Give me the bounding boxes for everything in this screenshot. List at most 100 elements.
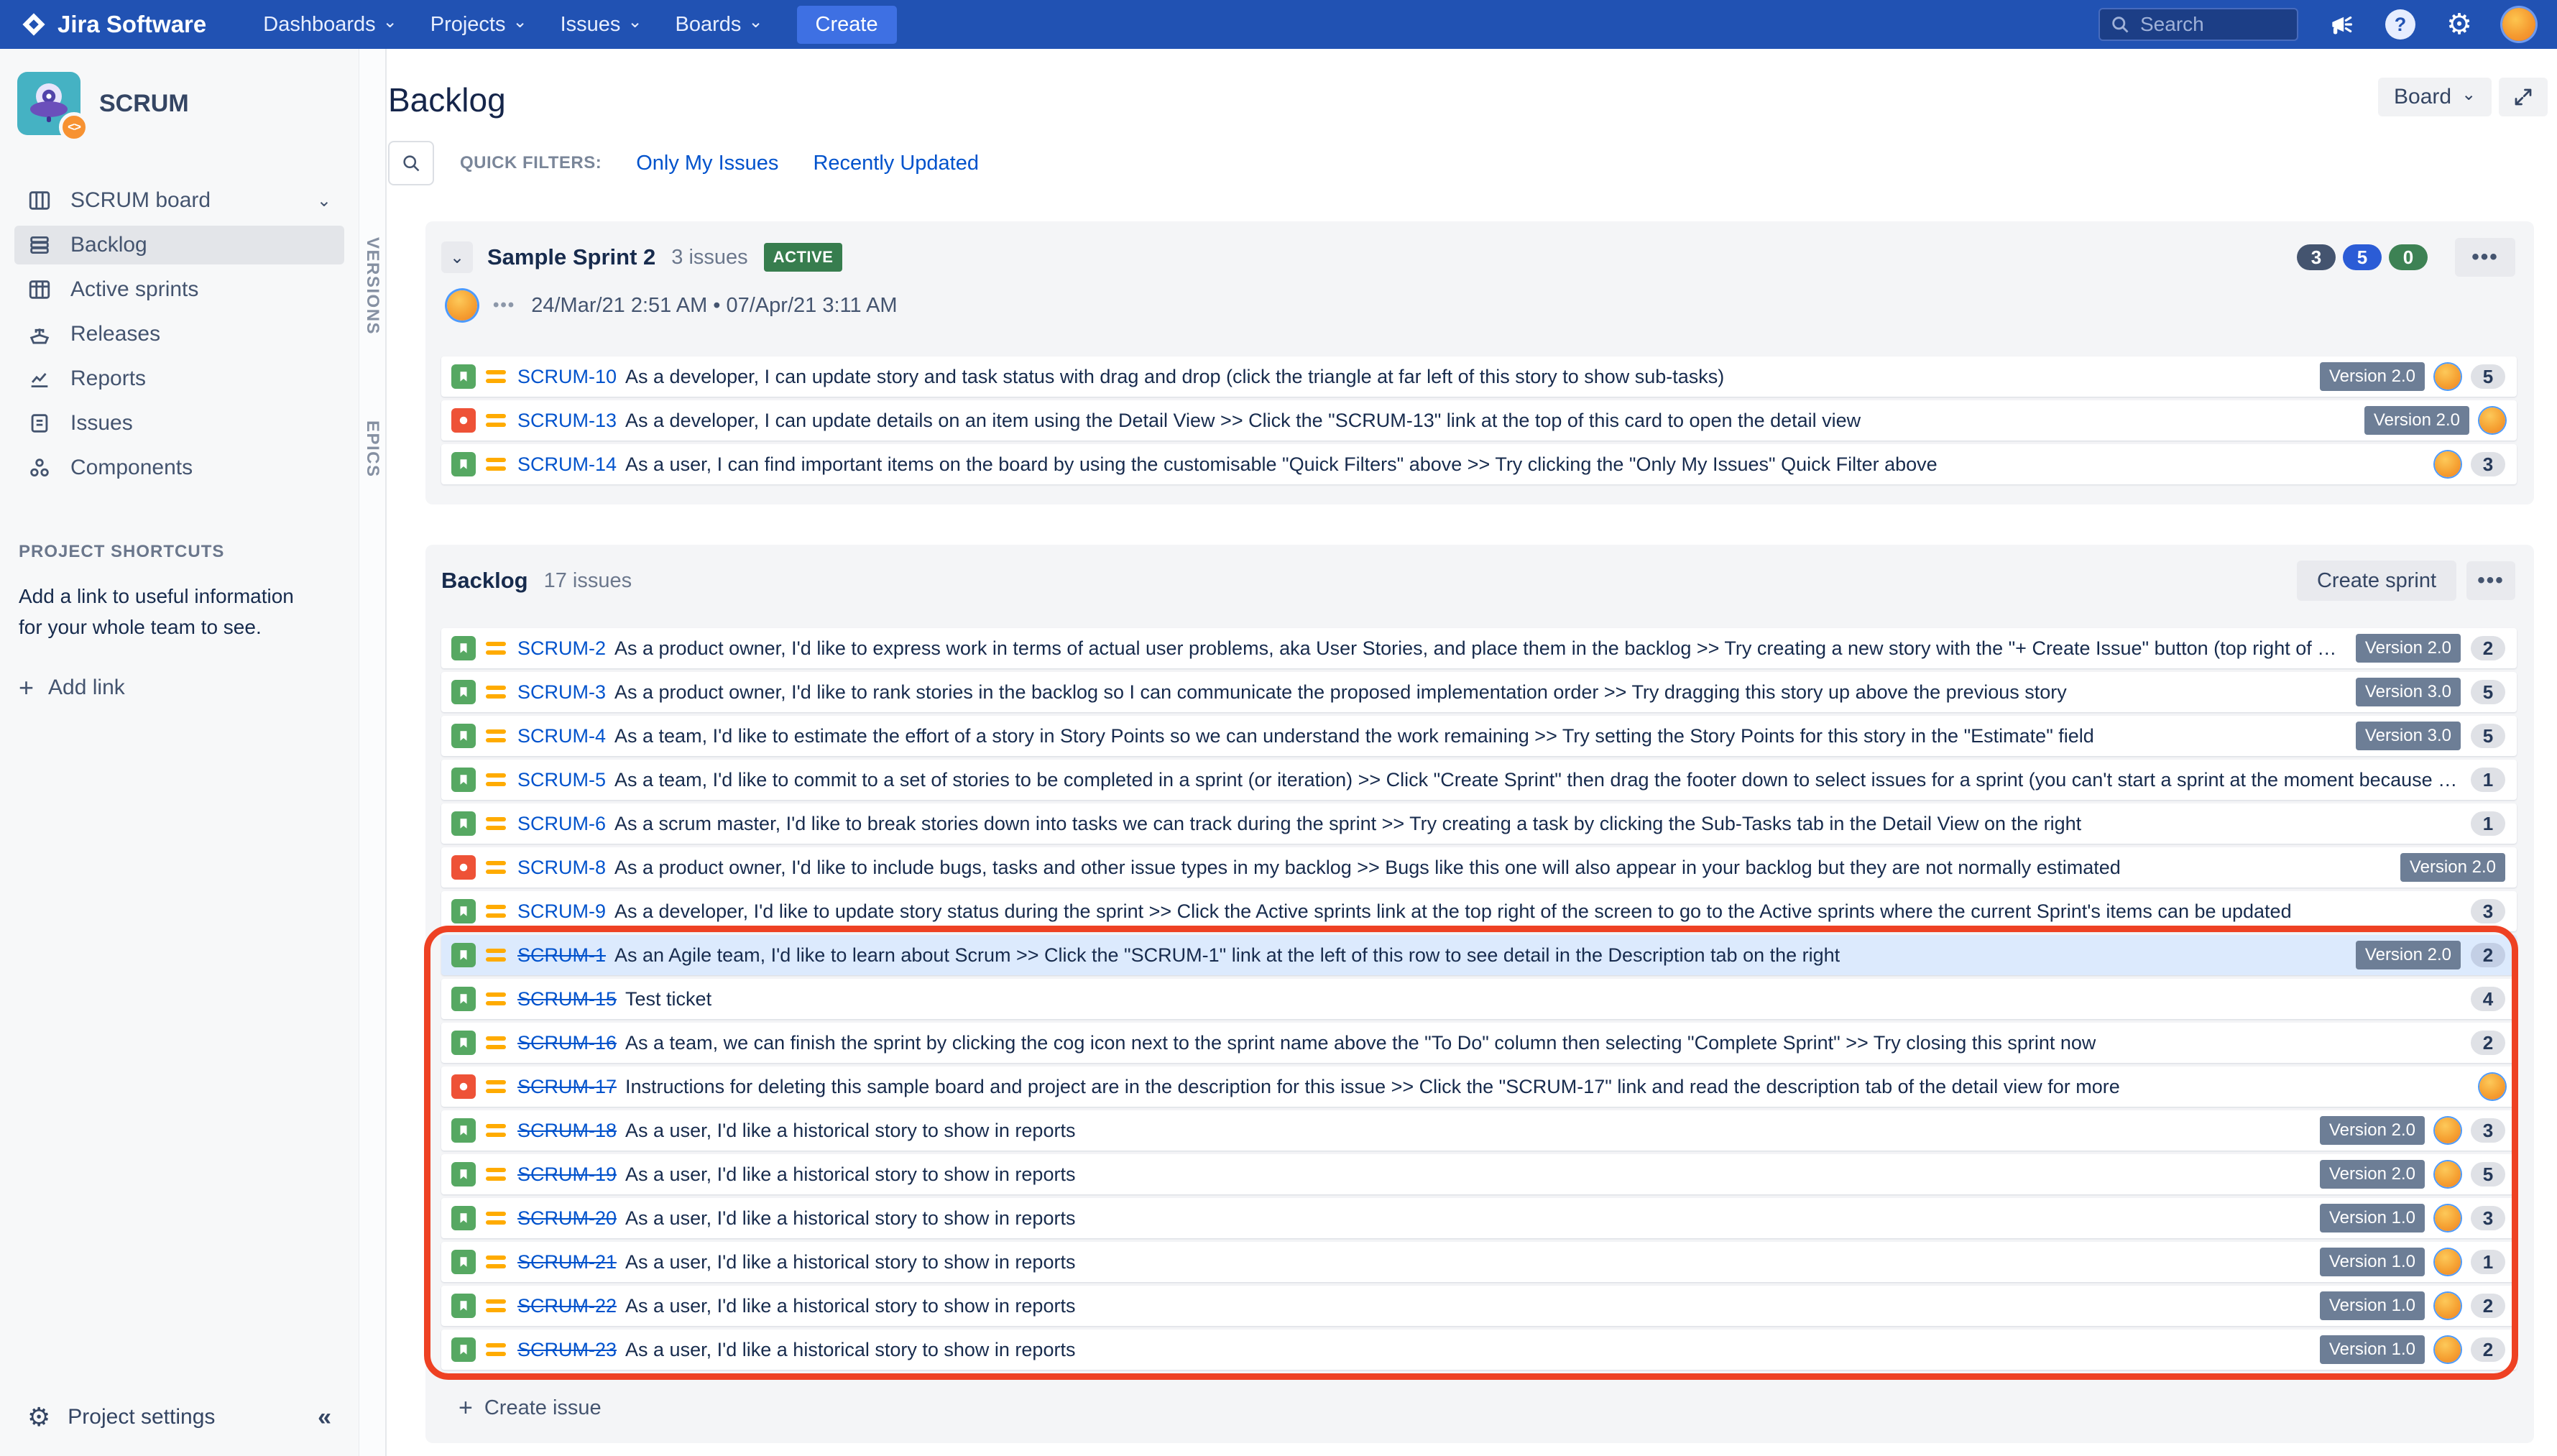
issue-row[interactable]: SCRUM-15 Test ticket 4 (441, 979, 2517, 1019)
backlog-more-actions-button[interactable]: ••• (2466, 561, 2515, 600)
estimate-badge[interactable]: 5 (2471, 1162, 2505, 1187)
issue-key-link[interactable]: SCRUM-3 (517, 681, 606, 704)
issue-key-link[interactable]: SCRUM-23 (517, 1339, 617, 1361)
issue-row[interactable]: SCRUM-22 As a user, I'd like a historica… (441, 1286, 2517, 1326)
issue-row[interactable]: SCRUM-20 As a user, I'd like a historica… (441, 1198, 2517, 1238)
version-badge[interactable]: Version 2.0 (2355, 941, 2461, 969)
nav-issues[interactable]: Issues ⌄ (561, 13, 642, 37)
issue-row[interactable]: SCRUM-1 As an Agile team, I'd like to le… (441, 935, 2517, 975)
collapse-sidebar-icon[interactable]: « (318, 1404, 331, 1432)
issue-row[interactable]: SCRUM-23 As a user, I'd like a historica… (441, 1330, 2517, 1370)
issue-key-link[interactable]: SCRUM-9 (517, 900, 606, 923)
issue-key-link[interactable]: SCRUM-13 (517, 410, 617, 432)
estimate-badge[interactable]: 3 (2471, 452, 2505, 476)
estimate-badge[interactable]: 4 (2471, 987, 2505, 1011)
assignee-avatar[interactable] (2435, 1293, 2461, 1319)
sidebar-item-components[interactable]: Components (14, 448, 344, 487)
estimate-badge[interactable]: 3 (2471, 1206, 2505, 1230)
jira-logo[interactable]: Jira Software (22, 11, 206, 38)
issue-key-link[interactable]: SCRUM-8 (517, 857, 606, 879)
nav-dashboards[interactable]: Dashboards ⌄ (263, 13, 397, 37)
user-avatar[interactable] (2502, 8, 2535, 41)
version-badge[interactable]: Version 3.0 (2355, 722, 2461, 750)
issue-row[interactable]: SCRUM-19 As a user, I'd like a historica… (441, 1154, 2517, 1194)
create-button[interactable]: Create (796, 5, 897, 44)
assignee-avatar[interactable] (2435, 1161, 2461, 1187)
issue-key-link[interactable]: SCRUM-19 (517, 1164, 617, 1186)
issue-row[interactable]: SCRUM-10 As a developer, I can update st… (441, 356, 2517, 397)
issue-key-link[interactable]: SCRUM-16 (517, 1032, 617, 1054)
assignee-avatar[interactable] (2479, 407, 2505, 433)
issue-row[interactable]: SCRUM-2 As a product owner, I'd like to … (441, 628, 2517, 668)
assignee-avatar[interactable] (2435, 1118, 2461, 1143)
create-issue-button[interactable]: + Create issue (459, 1396, 602, 1420)
epics-panel-toggle[interactable]: EPICS (362, 420, 382, 478)
estimate-badge[interactable]: 3 (2471, 1118, 2505, 1143)
estimate-badge[interactable]: 2 (2471, 636, 2505, 660)
sidebar-item-reports[interactable]: Reports (14, 359, 344, 398)
issue-key-link[interactable]: SCRUM-20 (517, 1207, 617, 1230)
estimate-badge[interactable]: 2 (2471, 1337, 2505, 1362)
issue-row[interactable]: SCRUM-3 As a product owner, I'd like to … (441, 672, 2517, 712)
version-badge[interactable]: Version 2.0 (2319, 1116, 2425, 1145)
sprint-assignee-avatar[interactable] (447, 290, 477, 321)
create-sprint-button[interactable]: Create sprint (2296, 561, 2456, 601)
issue-row[interactable]: SCRUM-17 Instructions for deleting this … (441, 1066, 2517, 1107)
issue-row[interactable]: SCRUM-5 As a team, I'd like to commit to… (441, 760, 2517, 800)
estimate-badge[interactable]: 1 (2471, 768, 2505, 792)
version-badge[interactable]: Version 2.0 (2319, 1160, 2425, 1189)
version-badge[interactable]: Version 1.0 (2319, 1204, 2425, 1232)
more-assignees-icon[interactable]: ••• (493, 295, 515, 315)
issue-row[interactable]: SCRUM-21 As a user, I'd like a historica… (441, 1242, 2517, 1282)
issue-row[interactable]: SCRUM-4 As a team, I'd like to estimate … (441, 716, 2517, 756)
issue-key-link[interactable]: SCRUM-2 (517, 637, 606, 660)
assignee-avatar[interactable] (2435, 451, 2461, 477)
estimate-badge[interactable]: 1 (2471, 811, 2505, 836)
search-input[interactable] (2140, 13, 2284, 36)
issue-key-link[interactable]: SCRUM-22 (517, 1295, 617, 1317)
assignee-avatar[interactable] (2435, 1205, 2461, 1231)
issue-key-link[interactable]: SCRUM-10 (517, 366, 617, 388)
version-badge[interactable]: Version 2.0 (2364, 406, 2469, 435)
issue-key-link[interactable]: SCRUM-15 (517, 988, 617, 1010)
version-badge[interactable]: Version 3.0 (2355, 678, 2461, 706)
nav-projects[interactable]: Projects ⌄ (430, 13, 527, 37)
estimate-badge[interactable]: 2 (2471, 943, 2505, 967)
project-avatar[interactable]: <> (17, 72, 89, 142)
issue-key-link[interactable]: SCRUM-21 (517, 1251, 617, 1273)
version-badge[interactable]: Version 2.0 (2319, 362, 2425, 391)
issue-row[interactable]: SCRUM-6 As a scrum master, I'd like to b… (441, 803, 2517, 844)
issue-row[interactable]: SCRUM-16 As a team, we can finish the sp… (441, 1023, 2517, 1063)
version-badge[interactable]: Version 1.0 (2319, 1248, 2425, 1276)
board-menu-button[interactable]: Board ⌄ (2378, 78, 2492, 116)
assignee-avatar[interactable] (2435, 1249, 2461, 1275)
settings-gear-icon[interactable]: ⚙ (2443, 9, 2475, 40)
add-link-button[interactable]: + Add link (19, 674, 340, 701)
help-icon[interactable]: ? (2385, 9, 2416, 40)
versions-panel-toggle[interactable]: VERSIONS (362, 237, 382, 335)
estimate-badge[interactable]: 5 (2471, 680, 2505, 704)
version-badge[interactable]: Version 1.0 (2319, 1291, 2425, 1320)
estimate-badge[interactable]: 1 (2471, 1250, 2505, 1274)
sidebar-item-issues[interactable]: Issues (14, 404, 344, 443)
announcements-megaphone-icon[interactable] (2326, 9, 2357, 40)
sidebar-item-backlog[interactable]: Backlog (14, 226, 344, 264)
assignee-avatar[interactable] (2435, 364, 2461, 390)
issue-key-link[interactable]: SCRUM-17 (517, 1076, 617, 1098)
issue-key-link[interactable]: SCRUM-14 (517, 453, 617, 476)
sprint-more-actions-button[interactable]: ••• (2455, 238, 2515, 277)
issue-key-link[interactable]: SCRUM-4 (517, 725, 606, 747)
assignee-avatar[interactable] (2435, 1337, 2461, 1363)
global-search[interactable] (2098, 8, 2298, 41)
sidebar-item-active-sprints[interactable]: Active sprints (14, 270, 344, 309)
backlog-search-box[interactable] (388, 141, 434, 185)
issue-row[interactable]: SCRUM-8 As a product owner, I'd like to … (441, 847, 2517, 888)
issue-row[interactable]: SCRUM-9 As a developer, I'd like to upda… (441, 891, 2517, 931)
project-settings-button[interactable]: ⚙ Project settings « (14, 1397, 344, 1437)
version-badge[interactable]: Version 2.0 (2355, 634, 2461, 663)
issue-key-link[interactable]: SCRUM-6 (517, 813, 606, 835)
estimate-badge[interactable]: 2 (2471, 1031, 2505, 1055)
filter-recently-updated[interactable]: Recently Updated (813, 152, 979, 175)
sidebar-item-releases[interactable]: Releases (14, 315, 344, 354)
estimate-badge[interactable]: 3 (2471, 899, 2505, 923)
